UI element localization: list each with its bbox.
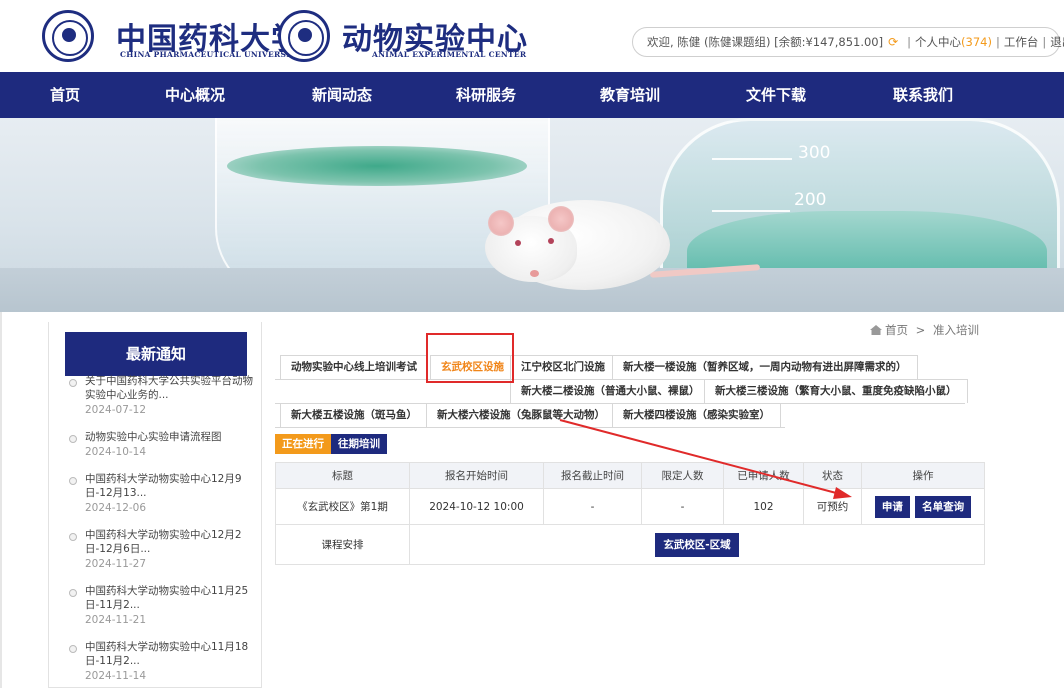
notice-title[interactable]: 关于中国药科大学公共实验平台动物实验中心业务的... [85, 374, 259, 402]
notice-date: 2024-12-06 [85, 502, 147, 514]
tab-building-floor2[interactable]: 新大楼二楼设施（普通大小鼠、裸鼠） [510, 379, 711, 403]
workbench-link[interactable]: 工作台 [1004, 34, 1039, 50]
tab-building-floor1[interactable]: 新大楼一楼设施（暂养区域，一周内动物有进出屏障需求的） [612, 355, 918, 379]
notice-item[interactable]: 中国药科大学动物实验中心12月9日-12月13... 2024-12-06 [69, 472, 259, 515]
center-name-en: ANIMAL EXPERIMENTAL CENTER [372, 50, 527, 59]
notice-sidebar: 最新通知 关于中国药科大学公共实验平台动物实验中心业务的... 2024-07-… [48, 322, 262, 688]
bullet-icon [69, 533, 77, 541]
home-icon [870, 325, 882, 335]
tab-jiangning-north[interactable]: 江宁校区北门设施 [510, 355, 616, 379]
notice-item[interactable]: 关于中国药科大学公共实验平台动物实验中心业务的... 2024-07-12 [69, 374, 259, 417]
university-name-en: CHINA PHARMACEUTICAL UNIVERSITY [120, 50, 302, 59]
notice-title[interactable]: 中国药科大学动物实验中心11月25日-11月2... [85, 584, 259, 612]
hero-banner: 300 200 [0, 118, 1064, 312]
bullet-icon [69, 589, 77, 597]
university-seal-logo[interactable] [42, 10, 94, 62]
col-actions: 操作 [861, 462, 985, 489]
col-start-time: 报名开始时间 [409, 462, 544, 489]
sidebar-title: 最新通知 [65, 332, 247, 376]
beaker-mark-200: 200 [794, 190, 827, 210]
notice-date: 2024-11-14 [85, 670, 147, 682]
row-applied: 102 [723, 488, 804, 525]
separator: | [1042, 35, 1047, 49]
apply-button[interactable]: 申请 [874, 495, 910, 518]
tab-building-floor3[interactable]: 新大楼三楼设施（繁育大小鼠、重度免疫缺陷小鼠） [704, 379, 968, 403]
notice-title[interactable]: 中国药科大学动物实验中心12月2日-12月6日... [85, 528, 259, 556]
training-table: 标题 报名开始时间 报名截止时间 限定人数 已申请人数 状态 操作 《玄武校区》… [275, 462, 985, 565]
tab-building-floor6[interactable]: 新大楼六楼设施（兔豚鼠等大动物） [426, 403, 616, 427]
header: 中国药科大学 CHINA PHARMACEUTICAL UNIVERSITY 动… [0, 0, 1064, 72]
nav-item-overview[interactable]: 中心概况 [165, 72, 225, 118]
notice-date: 2024-11-21 [85, 614, 147, 626]
beaker-mark-300: 300 [798, 143, 831, 163]
notice-item[interactable]: 中国药科大学动物实验中心12月2日-12月6日... 2024-11-27 [69, 528, 259, 571]
breadcrumb: 首页 > 准入培训 [870, 322, 979, 338]
bullet-icon [69, 645, 77, 653]
notice-date: 2024-10-14 [85, 446, 147, 458]
nav-item-training[interactable]: 教育培训 [600, 72, 660, 118]
notice-title[interactable]: 中国药科大学动物实验中心12月9日-12月13... [85, 472, 259, 500]
tab-building-floor4[interactable]: 新大楼四楼设施（感染实验室） [612, 403, 781, 427]
schedule-row: 课程安排 玄武校区-区域 [275, 524, 985, 565]
row-start: 2024-10-12 10:00 [409, 488, 544, 525]
personal-center-label: 个人中心 [915, 35, 962, 49]
col-end-time: 报名截止时间 [543, 462, 642, 489]
notice-item[interactable]: 动物实验中心实验申请流程图 2024-10-14 [69, 430, 259, 459]
notice-item[interactable]: 中国药科大学动物实验中心11月18日-11月2... 2024-11-14 [69, 640, 259, 683]
list-query-button[interactable]: 名单查询 [915, 495, 972, 518]
tab-row-line [275, 427, 785, 428]
row-end: - [543, 488, 642, 525]
past-training-button[interactable]: 往期培训 [331, 434, 387, 454]
nav-item-news[interactable]: 新闻动态 [312, 72, 372, 118]
col-status: 状态 [803, 462, 862, 489]
user-bar: 欢迎, 陈健 (陈健课题组) [余额:¥147,851.00] ⟳ | 个人中心… [632, 27, 1064, 57]
nav-item-contact[interactable]: 联系我们 [893, 72, 953, 118]
nav-item-downloads[interactable]: 文件下载 [746, 72, 806, 118]
breadcrumb-separator: > [915, 323, 926, 337]
welcome-text: 欢迎, 陈健 (陈健课题组) [余额:¥147,851.00] [647, 35, 884, 49]
logout-link[interactable]: 退出 [1050, 34, 1064, 50]
table-row: 《玄武校区》第1期 2024-10-12 10:00 - - 102 可预约 申… [275, 488, 985, 525]
schedule-cell: 玄武校区-区域 [409, 524, 985, 565]
col-applied: 已申请人数 [723, 462, 804, 489]
notice-title[interactable]: 动物实验中心实验申请流程图 [85, 430, 259, 444]
notice-item[interactable]: 中国药科大学动物实验中心11月25日-11月2... 2024-11-21 [69, 584, 259, 627]
row-limit: - [641, 488, 724, 525]
nav-item-home[interactable]: 首页 [50, 72, 80, 118]
notice-date: 2024-07-12 [85, 404, 147, 416]
refresh-icon[interactable]: ⟳ [888, 35, 898, 49]
tab-building-floor5[interactable]: 新大楼五楼设施（斑马鱼） [280, 403, 428, 427]
center-seal-logo[interactable] [278, 10, 330, 62]
row-actions: 申请 名单查询 [861, 488, 985, 525]
xuanwu-area-button[interactable]: 玄武校区-区域 [655, 532, 739, 557]
bullet-icon [69, 477, 77, 485]
breadcrumb-current: 准入培训 [932, 323, 979, 337]
annotation-highlight-box [426, 333, 514, 383]
bullet-icon [69, 379, 77, 387]
separator: | [907, 35, 912, 49]
row-title: 《玄武校区》第1期 [275, 488, 410, 525]
personal-center-link[interactable]: 个人中心(374) [915, 34, 992, 50]
tab-online-exam[interactable]: 动物实验中心线上培训考试 [280, 355, 428, 379]
row-status: 可预约 [803, 488, 862, 525]
notice-title[interactable]: 中国药科大学动物实验中心11月18日-11月2... [85, 640, 259, 668]
schedule-label: 课程安排 [275, 524, 410, 565]
notice-date: 2024-11-27 [85, 558, 147, 570]
breadcrumb-home[interactable]: 首页 [885, 323, 908, 337]
col-title: 标题 [275, 462, 410, 489]
table-header-row: 标题 报名开始时间 报名截止时间 限定人数 已申请人数 状态 操作 [275, 462, 985, 489]
main-nav: 首页 中心概况 新闻动态 科研服务 教育培训 文件下载 联系我们 [0, 72, 1064, 118]
message-count: (374) [961, 35, 992, 49]
col-limit: 限定人数 [641, 462, 724, 489]
nav-item-research[interactable]: 科研服务 [456, 72, 516, 118]
ongoing-filter-button[interactable]: 正在进行 [275, 434, 331, 454]
separator: | [995, 35, 1000, 49]
bullet-icon [69, 435, 77, 443]
page: 中国药科大学 CHINA PHARMACEUTICAL UNIVERSITY 动… [0, 0, 1064, 688]
